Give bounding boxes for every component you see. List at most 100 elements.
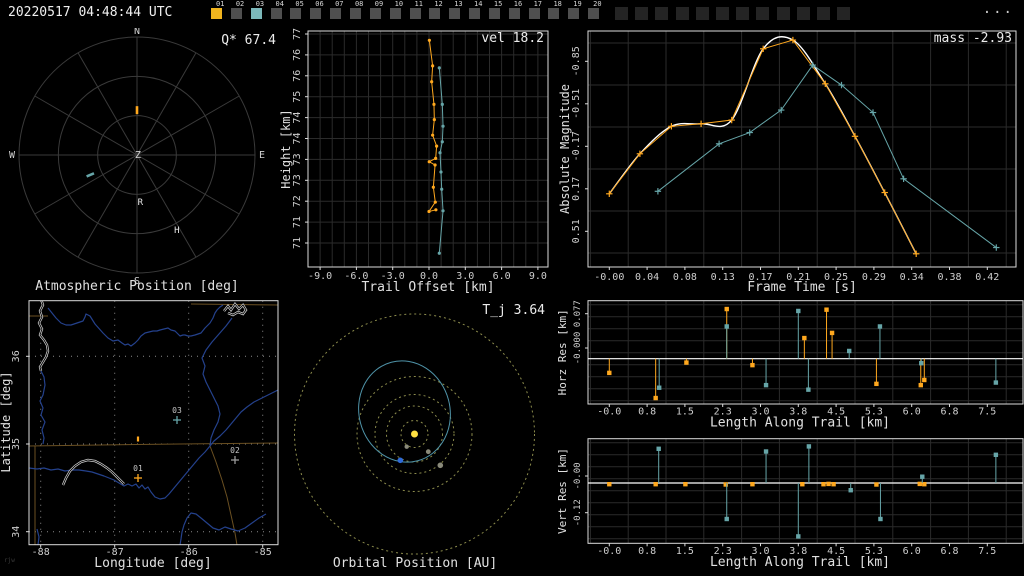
tab-label: 07 xyxy=(335,0,344,8)
svg-text:0.8: 0.8 xyxy=(638,407,656,418)
tab-label: 17 xyxy=(533,0,543,8)
tab-12[interactable]: 12 xyxy=(428,0,448,26)
residual-point xyxy=(919,361,924,366)
svg-text:6.0: 6.0 xyxy=(903,546,921,557)
residual-point xyxy=(831,482,836,487)
tab-blank[interactable] xyxy=(716,0,736,26)
residual-point xyxy=(723,482,728,487)
tab-17[interactable]: 17 xyxy=(528,0,548,26)
horz_res-ylabel: Horz Res [km] xyxy=(556,309,569,395)
svg-text:76: 76 xyxy=(292,70,303,82)
tab-swatch xyxy=(270,8,282,19)
tab-09[interactable]: 09 xyxy=(369,0,389,26)
tab-blank[interactable] xyxy=(675,0,696,26)
tab-13[interactable]: 13 xyxy=(448,0,468,26)
overflow-menu-icon[interactable]: ... xyxy=(983,1,1014,17)
panel-atmospheric-position: NSEW ZRHQ* 67.4Atmospheric Position [deg] xyxy=(9,26,276,294)
tab-14[interactable]: 14 xyxy=(468,0,488,26)
tab-label: 15 xyxy=(493,0,503,8)
tab-18[interactable]: 18 xyxy=(547,0,567,26)
tab-label: 06 xyxy=(315,0,324,8)
tab-swatch xyxy=(250,8,262,19)
residual-point xyxy=(826,481,831,487)
tab-blank[interactable] xyxy=(776,0,797,26)
river xyxy=(201,317,233,447)
horz_res-xlabel: Length Along Trail [km] xyxy=(710,416,890,431)
residual-point xyxy=(684,360,689,365)
tab-blank[interactable] xyxy=(837,0,857,26)
tab-02[interactable]: 02 xyxy=(230,0,250,26)
tab-swatch xyxy=(695,7,709,20)
compass-east: E xyxy=(259,150,265,161)
panel-light-curve: -0.00 0.04 0.08 0.13 0.17 0.21 0.25 0.29 0.34 0.3… xyxy=(558,30,1017,295)
residual-point xyxy=(607,482,612,487)
orbit-title: Orbital Position [AU] xyxy=(333,556,497,571)
tab-01[interactable]: 01 xyxy=(210,0,230,26)
top-bar: 20220517 04:48:44 UTC 01 02 03 04 05 06 07 08 09… xyxy=(0,0,1024,28)
svg-text:1.5: 1.5 xyxy=(676,407,694,418)
compass-zenith: Z xyxy=(135,150,141,161)
residual-point xyxy=(874,482,879,487)
tab-04[interactable]: 04 xyxy=(270,0,290,26)
tab-blank[interactable] xyxy=(756,0,776,26)
planet-venus xyxy=(425,449,431,455)
tab-19[interactable]: 19 xyxy=(567,0,587,26)
residual-point xyxy=(683,482,688,487)
svg-text:34: 34 xyxy=(11,526,22,538)
svg-text:-0.17: -0.17 xyxy=(571,131,582,161)
map-xlabel: Longitude [deg] xyxy=(94,556,211,571)
tab-06[interactable]: 06 xyxy=(309,0,329,26)
tab-swatch xyxy=(776,7,790,20)
residual-point xyxy=(847,348,852,354)
tab-07[interactable]: 07 xyxy=(329,0,349,26)
svg-text:-0.12: -0.12 xyxy=(573,499,583,526)
svg-text:72: 72 xyxy=(292,195,303,207)
svg-text:9.0: 9.0 xyxy=(529,271,547,282)
tab-15[interactable]: 15 xyxy=(488,0,508,26)
planet-mars xyxy=(437,462,444,469)
panel-vert_res: -0.0 0.8 1.5 2.3 3.0 3.8 4.5 5.3 6.0 6.8 7.5-0.00-… xyxy=(556,438,1024,570)
tab-20[interactable]: 20 xyxy=(587,0,607,26)
tab-swatch xyxy=(837,7,851,20)
svg-text:74: 74 xyxy=(292,132,303,144)
tab-blank[interactable] xyxy=(635,0,655,26)
tab-11[interactable]: 11 xyxy=(409,0,429,26)
tab-08[interactable]: 08 xyxy=(349,0,369,26)
tab-label: 12 xyxy=(434,0,443,8)
svg-text:0.34: 0.34 xyxy=(900,272,924,283)
tab-label: 08 xyxy=(354,0,364,8)
tab-label: 16 xyxy=(513,0,523,8)
tab-blank[interactable] xyxy=(695,0,716,26)
tab-10[interactable]: 10 xyxy=(389,0,409,26)
panel-horz_res: -0.0 0.8 1.5 2.3 3.0 3.8 4.5 5.3 6.0 6.8 7.50.077-… xyxy=(556,300,1024,431)
tab-swatch xyxy=(588,8,600,19)
tab-label: 03 xyxy=(255,0,265,8)
tab-blank[interactable] xyxy=(615,0,635,26)
tab-swatch xyxy=(716,7,729,20)
charts-canvas: NSEW ZRHQ* 67.4Atmospheric Position [deg]… xyxy=(0,26,1024,571)
svg-text:-85: -85 xyxy=(254,547,272,558)
magnitude-xlabel: Frame Time [s] xyxy=(747,280,857,295)
residual-point xyxy=(806,387,811,392)
map-layers: 01 02 03 xyxy=(29,300,278,545)
svg-text:0.08: 0.08 xyxy=(673,272,697,283)
tab-blank[interactable] xyxy=(736,0,756,26)
residual-point xyxy=(653,395,658,401)
residual-point xyxy=(802,335,807,341)
tab-blank[interactable] xyxy=(796,0,817,26)
tab-swatch xyxy=(488,8,500,19)
svg-text:-0.00: -0.00 xyxy=(573,462,583,489)
tab-05[interactable]: 05 xyxy=(289,0,309,26)
svg-text:0.38: 0.38 xyxy=(937,272,961,283)
tab-label: 14 xyxy=(474,0,483,8)
tab-blank[interactable] xyxy=(817,0,837,26)
tab-swatch xyxy=(310,8,322,19)
tab-swatch xyxy=(449,8,461,19)
mass-label: mass -2.93 xyxy=(934,31,1012,46)
meteoroid-orbit xyxy=(358,360,451,463)
tab-16[interactable]: 16 xyxy=(508,0,528,26)
tab-03[interactable]: 03 xyxy=(250,0,270,26)
residual-point xyxy=(878,516,883,522)
tab-swatch xyxy=(389,8,401,19)
tab-blank[interactable] xyxy=(655,0,675,26)
